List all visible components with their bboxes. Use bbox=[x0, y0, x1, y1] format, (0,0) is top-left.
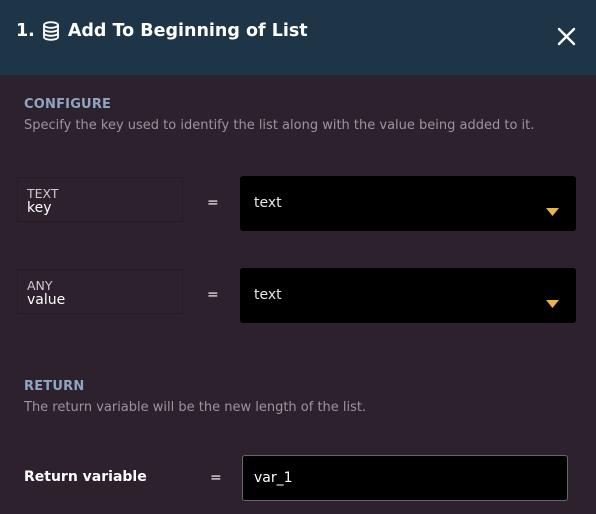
return-heading: RETURN bbox=[24, 379, 85, 394]
param-name: key bbox=[27, 200, 52, 216]
value-select[interactable]: text bbox=[240, 268, 576, 323]
caret-down-icon bbox=[546, 293, 559, 308]
equals-sign: = bbox=[210, 470, 222, 486]
param-name: value bbox=[27, 292, 66, 308]
configure-description: Specify the key used to identify the lis… bbox=[24, 118, 535, 133]
database-icon bbox=[42, 21, 60, 41]
dialog-title-text: Add To Beginning of List bbox=[67, 21, 308, 41]
select-value: text bbox=[254, 195, 282, 211]
param-type: ANY bbox=[27, 278, 53, 293]
dialog-header: 1. Add To Beginning of List bbox=[0, 0, 596, 75]
param-value: ANY value bbox=[17, 269, 183, 314]
return-variable-label: Return variable bbox=[24, 469, 147, 485]
close-icon[interactable] bbox=[556, 26, 577, 47]
select-value: text bbox=[254, 287, 282, 303]
step-number: 1. bbox=[16, 21, 35, 41]
return-description: The return variable will be the new leng… bbox=[24, 400, 367, 415]
param-key: TEXT key bbox=[17, 177, 183, 222]
caret-down-icon bbox=[546, 201, 559, 216]
equals-sign: = bbox=[207, 195, 219, 211]
dialog-title: 1. Add To Beginning of List bbox=[16, 21, 308, 41]
equals-sign: = bbox=[207, 287, 219, 303]
param-type: TEXT bbox=[27, 186, 59, 201]
configure-heading: CONFIGURE bbox=[24, 97, 112, 112]
return-variable-input[interactable] bbox=[242, 455, 568, 501]
key-select[interactable]: text bbox=[240, 176, 576, 231]
